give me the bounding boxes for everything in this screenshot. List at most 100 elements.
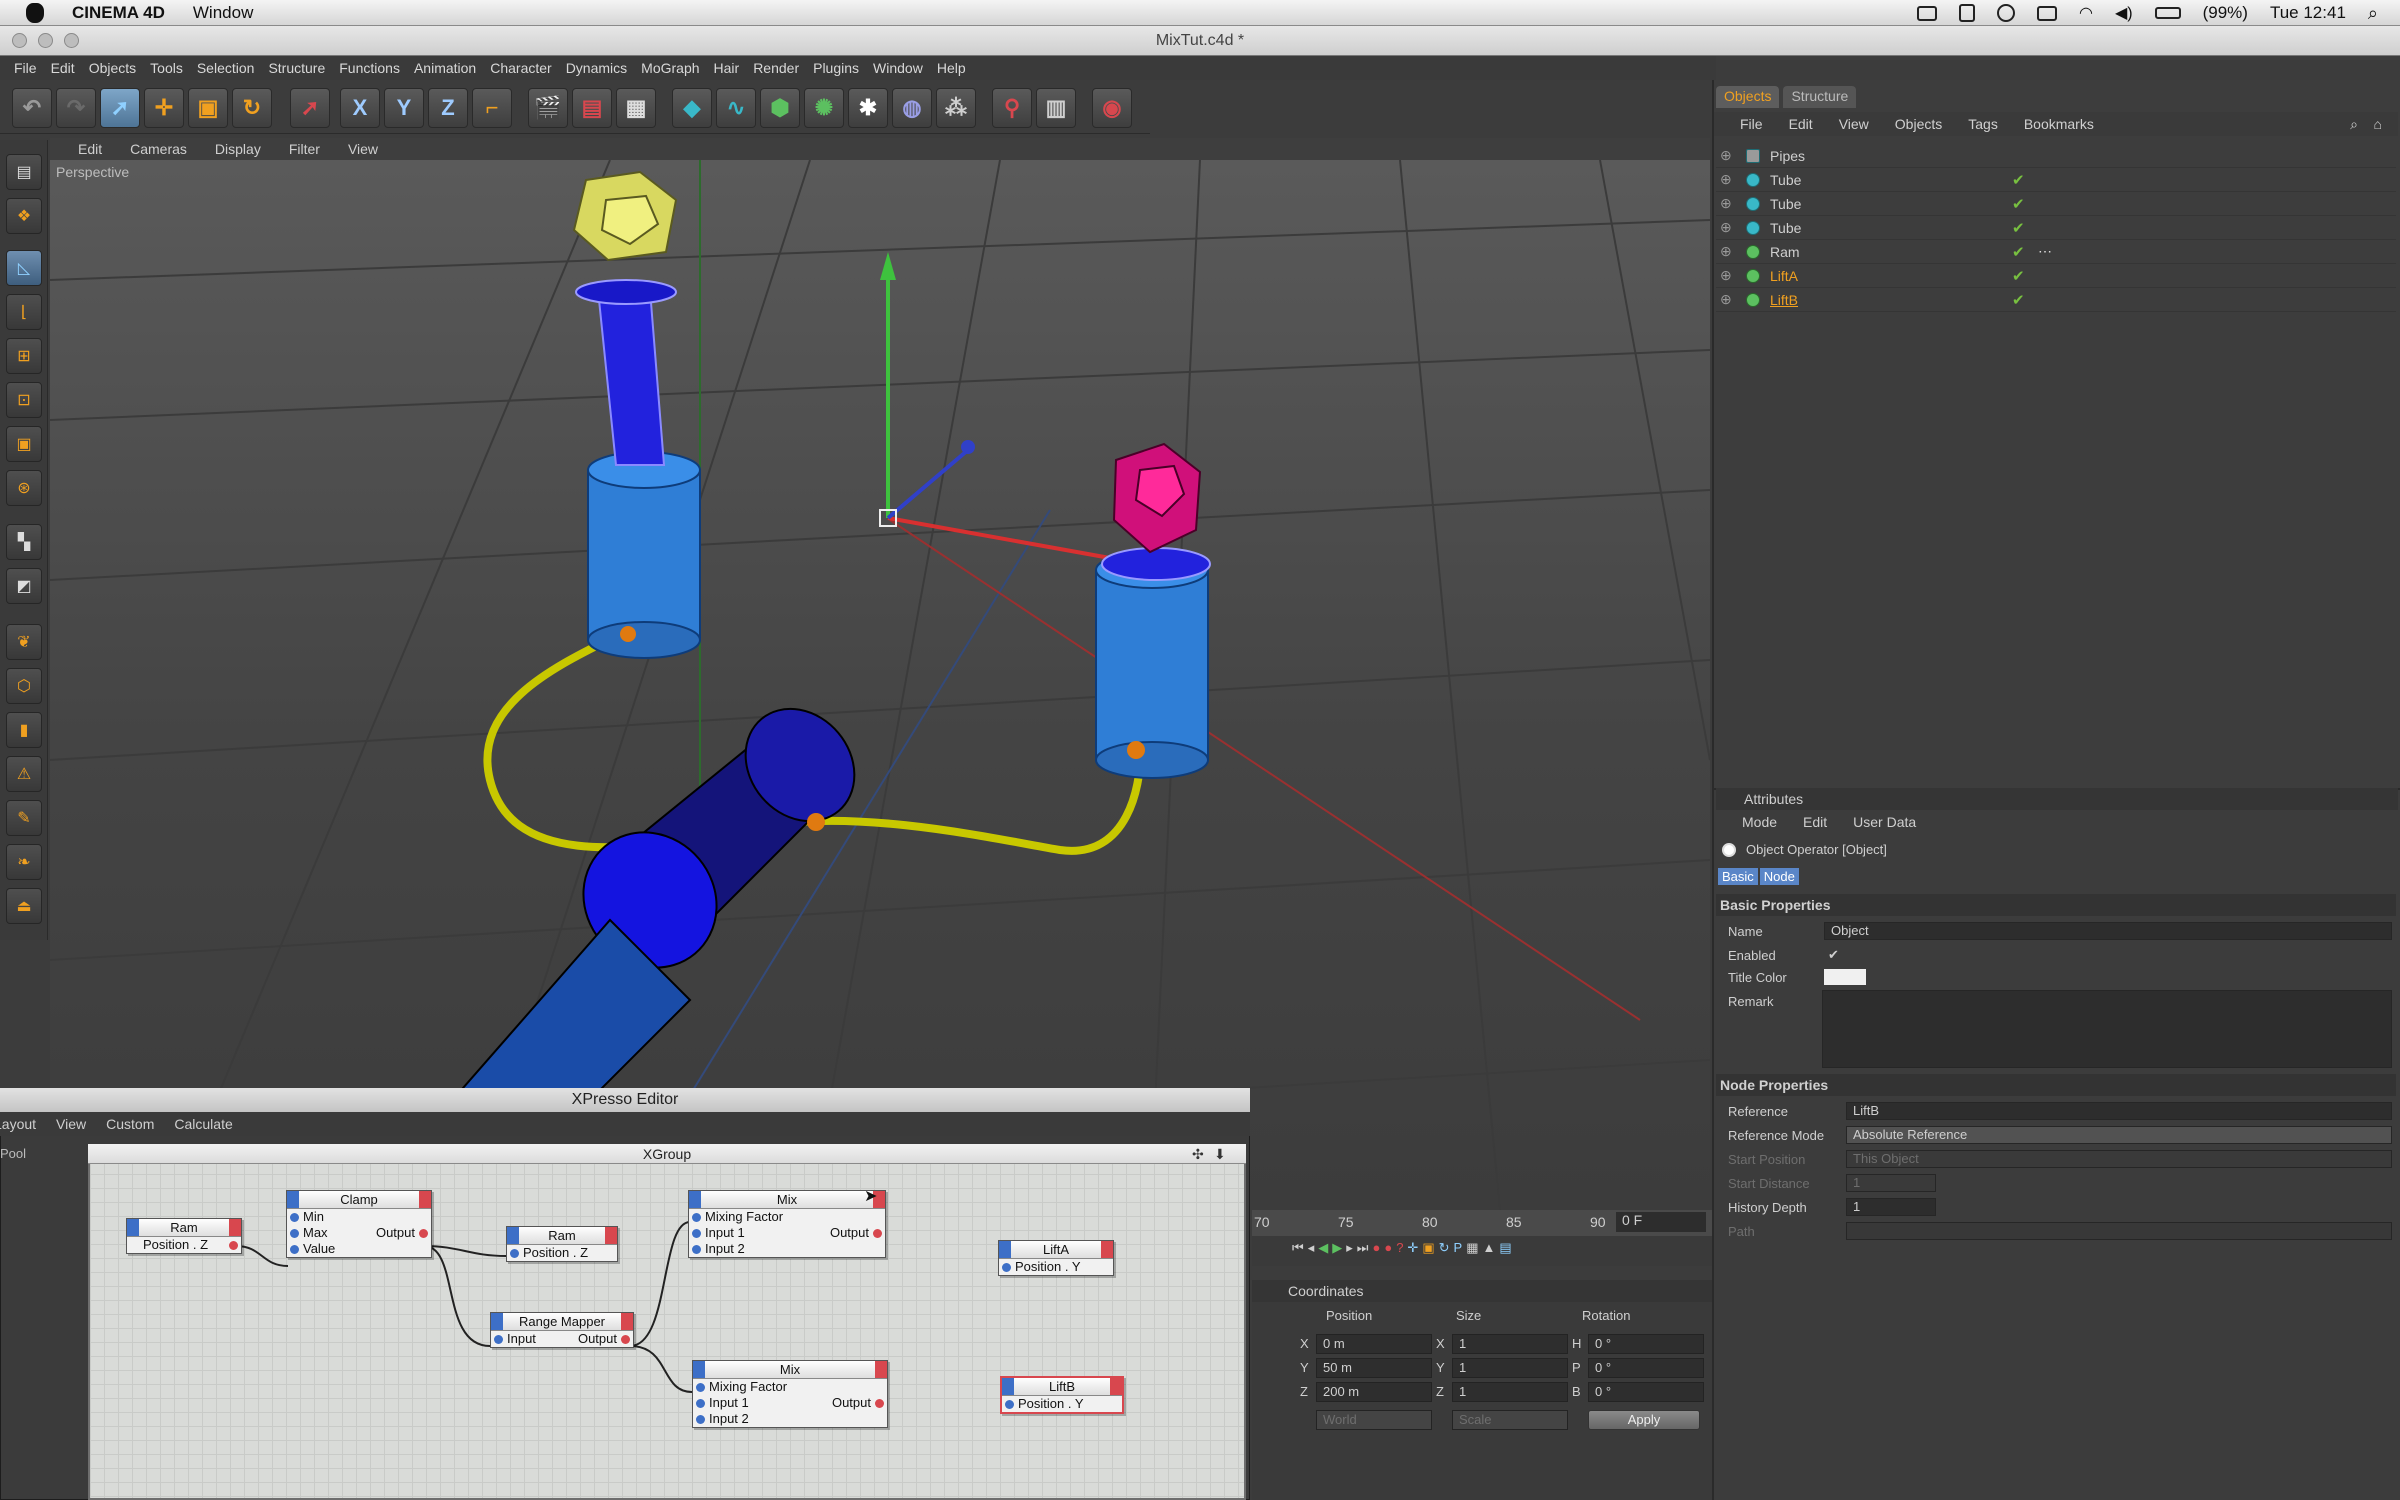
object-name[interactable]: Ram [1770, 244, 1800, 260]
battery-icon[interactable] [2154, 7, 2181, 19]
menu-functions[interactable]: Functions [339, 60, 400, 76]
menu-file[interactable]: File [14, 60, 37, 76]
edges-mode-icon[interactable]: ⊡ [6, 382, 42, 418]
obj-search-icon[interactable]: ⌕ [2350, 116, 2358, 133]
xgroup-canvas[interactable] [88, 1144, 1246, 1500]
gizmo-z-axis[interactable] [886, 448, 970, 520]
input-port-icon[interactable] [290, 1213, 299, 1222]
redo-icon[interactable]: ↷ [56, 88, 96, 128]
menu-tools[interactable]: Tools [150, 60, 183, 76]
y-axis-button[interactable]: Y [384, 88, 424, 128]
undo-icon[interactable]: ↶ [12, 88, 52, 128]
lift-a-dodecahedron[interactable] [572, 170, 678, 262]
snap-icon[interactable]: ◩ [6, 568, 42, 604]
scale-dropdown[interactable]: Scale [1452, 1410, 1568, 1430]
xnode-title[interactable]: Mix [693, 1361, 887, 1379]
output-port-icon[interactable] [873, 1229, 882, 1238]
points-mode-icon[interactable]: ⊞ [6, 338, 42, 374]
expand-icon[interactable]: ⊕ [1720, 147, 1732, 164]
xp-menu-view[interactable]: View [56, 1116, 86, 1132]
size-x-input[interactable]: 1 [1452, 1334, 1568, 1354]
menu-mograph[interactable]: MoGraph [641, 60, 699, 76]
output-port-icon[interactable] [621, 1335, 630, 1344]
expand-icon[interactable]: ⊕ [1720, 219, 1732, 236]
xport-output[interactable]: Position . Z [127, 1237, 241, 1253]
obj-home-icon[interactable]: ⌂ [2374, 116, 2382, 132]
object-name[interactable]: LiftA [1770, 268, 1798, 284]
xport-min[interactable]: Min [287, 1209, 431, 1225]
document-icon[interactable] [1959, 4, 1975, 22]
perspective-viewport[interactable] [49, 159, 1711, 1226]
viewport-scene[interactable] [49, 159, 1711, 1226]
xp-menu-calculate[interactable]: Calculate [174, 1116, 232, 1132]
basic-properties-section[interactable]: Basic Properties [1716, 894, 2396, 916]
expand-icon[interactable]: ⊕ [1720, 267, 1732, 284]
check-icon[interactable]: ✔ [2012, 171, 2025, 189]
point-level-icon[interactable]: ▦ [1466, 1240, 1478, 1256]
render-picture-viewer-icon[interactable]: ▤ [572, 88, 612, 128]
expand-icon[interactable]: ⊕ [1720, 171, 1732, 188]
xnode-clamp[interactable]: Clamp Min Max Output Value [286, 1190, 432, 1258]
xnode-title[interactable]: LiftB [1002, 1378, 1122, 1396]
render-settings-icon[interactable]: ▦ [616, 88, 656, 128]
record-icon[interactable]: ◉ [1092, 88, 1132, 128]
object-name[interactable]: Tube [1770, 172, 1801, 188]
object-mode-icon[interactable]: ❖ [6, 198, 42, 234]
xnode-title[interactable]: Range Mapper [491, 1313, 633, 1331]
gizmo-y-arrow-icon[interactable] [880, 252, 896, 280]
viewport-menu-edit[interactable]: Edit [78, 141, 102, 157]
obj-menu-tags[interactable]: Tags [1968, 116, 1998, 132]
viewport-menu-cameras[interactable]: Cameras [130, 141, 187, 157]
deformer-icon[interactable]: ◍ [892, 88, 932, 128]
scheme-icon[interactable]: ▲ [1483, 1240, 1496, 1256]
menu-structure[interactable]: Structure [268, 60, 325, 76]
xnode-title[interactable]: Ram [127, 1219, 241, 1237]
input-port-icon[interactable] [692, 1213, 701, 1222]
input-port-icon[interactable] [290, 1245, 299, 1254]
next-frame-icon[interactable]: ▸ [1346, 1240, 1353, 1256]
menu-window[interactable]: Window [873, 60, 923, 76]
goto-end-icon[interactable]: ⏭ [1357, 1240, 1369, 1256]
menu-objects[interactable]: Objects [89, 60, 136, 76]
play-icon[interactable]: ▶ [1332, 1240, 1342, 1256]
model-mode-icon[interactable]: ▤ [6, 154, 42, 190]
lift-b-cylinder[interactable] [1095, 547, 1211, 779]
bodypaint-icon[interactable]: ▮ [6, 712, 42, 748]
menu-dynamics[interactable]: Dynamics [566, 60, 627, 76]
input-port-icon[interactable] [494, 1335, 503, 1344]
viewport-menu-filter[interactable]: Filter [289, 141, 320, 157]
attr-tab-basic[interactable]: Basic [1718, 868, 1758, 885]
viewport-menu-display[interactable]: Display [215, 141, 261, 157]
polygons-mode-icon[interactable]: ▣ [6, 426, 42, 462]
clock-icon[interactable] [1997, 4, 2015, 22]
rotate-tool-icon[interactable]: ↻ [232, 88, 272, 128]
menu-render[interactable]: Render [753, 60, 799, 76]
input-port-icon[interactable] [692, 1245, 701, 1254]
check-icon[interactable]: ✔ [2012, 195, 2025, 213]
paint-icon[interactable]: ⬡ [6, 668, 42, 704]
lock-workplane-icon[interactable]: ⚠ [6, 756, 42, 792]
world-dropdown[interactable]: World [1316, 1410, 1432, 1430]
xgroup-move-icon[interactable]: ✣ [1192, 1146, 1204, 1163]
goto-start-icon[interactable]: ⏮ [1292, 1240, 1304, 1256]
nurbs-icon[interactable]: ⬢ [760, 88, 800, 128]
timeline-ruler[interactable]: 70 75 80 85 90 0 F [1252, 1210, 1712, 1236]
xp-menu-custom[interactable]: Custom [106, 1116, 154, 1132]
expand-icon[interactable]: ⊕ [1720, 243, 1732, 260]
xport-input-2[interactable]: Input 2 [693, 1411, 887, 1427]
xp-menu-layout[interactable]: Layout [0, 1116, 36, 1132]
input-port-icon[interactable] [696, 1415, 705, 1424]
live-selection-icon[interactable]: ➚ [290, 88, 330, 128]
viewport-menu-view[interactable]: View [348, 141, 378, 157]
xport-input-1[interactable]: Input 1 Output [693, 1395, 887, 1411]
xport-mixing-factor[interactable]: Mixing Factor [689, 1209, 885, 1225]
object-name[interactable]: LiftB [1770, 292, 1798, 308]
history-depth-input[interactable]: 1 [1846, 1198, 1936, 1216]
check-icon[interactable]: ✔ [2012, 243, 2025, 261]
object-row-tube[interactable]: ⊕ Tube ✔ [1716, 168, 2396, 192]
spotlight-search-icon[interactable]: ⌕ [2368, 3, 2378, 24]
spline-icon[interactable]: ∿ [716, 88, 756, 128]
title-color-swatch[interactable] [1824, 969, 1866, 985]
enabled-checkbox-icon[interactable]: ✔ [1828, 947, 1839, 963]
scene-icon[interactable]: ✱ [848, 88, 888, 128]
